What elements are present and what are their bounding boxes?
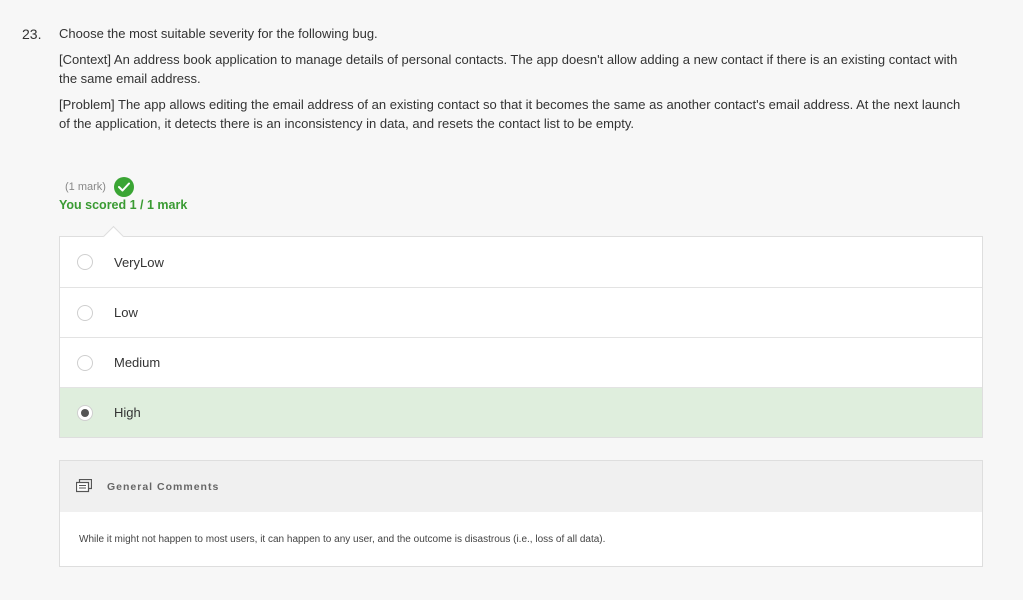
question-prompt: Choose the most suitable severity for th… xyxy=(59,26,378,41)
option-low[interactable]: Low xyxy=(60,287,982,337)
mark-row: (1 mark) xyxy=(65,177,134,197)
check-circle-icon xyxy=(113,177,134,197)
radio-dot xyxy=(81,408,89,417)
option-label: High xyxy=(114,405,141,420)
score-text: You scored 1 / 1 mark xyxy=(59,198,188,212)
question-problem: [Problem] The app allows editing the ema… xyxy=(59,97,961,131)
comments-header: General Comments xyxy=(60,461,982,512)
question-body: Choose the most suitable severity for th… xyxy=(59,24,974,140)
question-context: [Context] An address book application to… xyxy=(59,52,958,86)
radio-button[interactable] xyxy=(77,354,93,371)
general-comments-panel: General Comments While it might not happ… xyxy=(59,460,983,567)
option-label: Medium xyxy=(114,355,161,370)
comments-title: General Comments xyxy=(107,480,220,493)
question-number: 23. xyxy=(22,26,42,42)
option-label: Low xyxy=(114,305,138,320)
radio-button-selected[interactable] xyxy=(77,404,93,421)
comments-text: While it might not happen to most users,… xyxy=(79,533,606,545)
option-verylow[interactable]: VeryLow xyxy=(60,237,982,287)
mark-value: (1 mark) xyxy=(65,181,106,193)
radio-button[interactable] xyxy=(77,304,93,321)
radio-button[interactable] xyxy=(77,254,93,270)
option-medium[interactable]: Medium xyxy=(60,337,982,387)
comment-icon xyxy=(75,478,93,498)
option-high[interactable]: High xyxy=(60,387,982,437)
option-label: VeryLow xyxy=(114,254,164,270)
answer-options: VeryLow Low Medium High xyxy=(59,236,983,438)
